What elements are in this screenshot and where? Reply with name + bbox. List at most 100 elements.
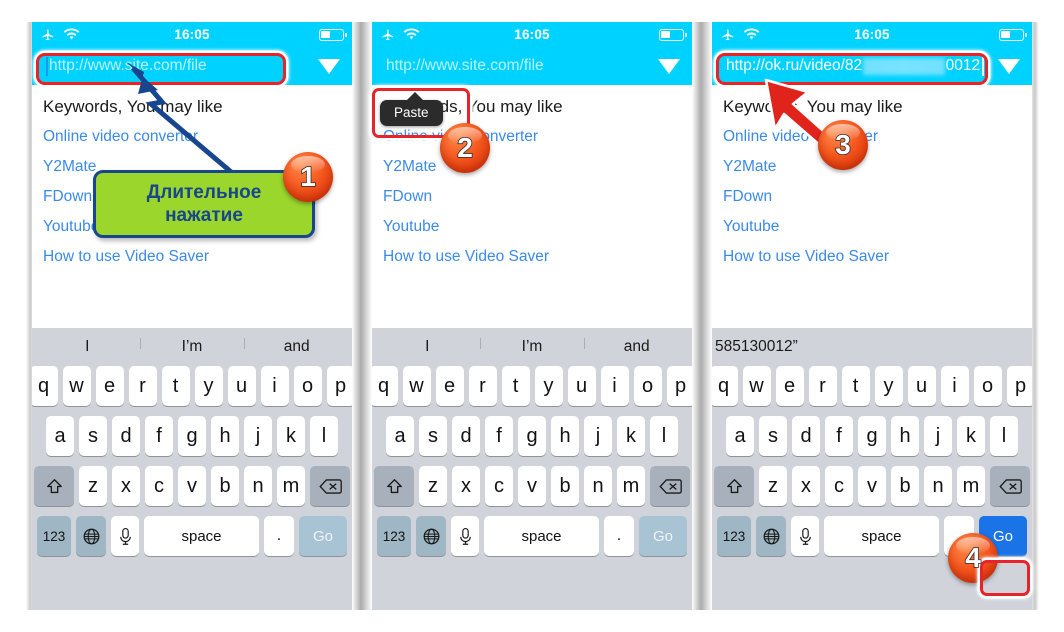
- key-v[interactable]: v: [178, 466, 206, 506]
- microphone-icon[interactable]: [451, 516, 479, 556]
- key-h[interactable]: h: [551, 416, 579, 456]
- list-item[interactable]: How to use Video Saver: [383, 248, 682, 266]
- list-item[interactable]: Y2Mate: [723, 158, 1022, 176]
- key-o[interactable]: o: [293, 366, 322, 406]
- url-input[interactable]: http://www.site.com/file: [38, 51, 312, 81]
- list-item[interactable]: Youtube: [383, 218, 682, 236]
- numbers-key[interactable]: 123: [717, 516, 751, 556]
- key-r[interactable]: r: [808, 366, 837, 406]
- key-z[interactable]: z: [759, 466, 787, 506]
- key-e[interactable]: e: [775, 366, 804, 406]
- key-d[interactable]: d: [452, 416, 480, 456]
- key-q[interactable]: q: [32, 366, 58, 406]
- key-x[interactable]: x: [452, 466, 480, 506]
- space-key[interactable]: space: [144, 516, 259, 556]
- url-input[interactable]: http://ok.ru/video/82 0012: [718, 51, 992, 81]
- key-y[interactable]: y: [534, 366, 563, 406]
- key-d[interactable]: d: [792, 416, 820, 456]
- key-k[interactable]: k: [957, 416, 985, 456]
- key-g[interactable]: g: [858, 416, 886, 456]
- paste-context-menu[interactable]: Paste: [380, 92, 443, 126]
- key-o[interactable]: o: [633, 366, 662, 406]
- key-a[interactable]: a: [726, 416, 754, 456]
- key-x[interactable]: x: [112, 466, 140, 506]
- key-b[interactable]: b: [891, 466, 919, 506]
- period-key[interactable]: .: [604, 516, 634, 556]
- key-r[interactable]: r: [128, 366, 157, 406]
- key-j[interactable]: j: [244, 416, 272, 456]
- key-o[interactable]: o: [973, 366, 1002, 406]
- key-k[interactable]: k: [277, 416, 305, 456]
- key-y[interactable]: y: [194, 366, 223, 406]
- prediction-item[interactable]: and: [584, 338, 689, 356]
- key-c[interactable]: c: [145, 466, 173, 506]
- key-j[interactable]: j: [924, 416, 952, 456]
- prediction-item[interactable]: I: [35, 338, 140, 356]
- go-button[interactable]: Go: [299, 516, 347, 556]
- key-z[interactable]: z: [419, 466, 447, 506]
- key-d[interactable]: d: [112, 416, 140, 456]
- key-m[interactable]: m: [957, 466, 985, 506]
- list-item[interactable]: Youtube: [723, 218, 1022, 236]
- key-a[interactable]: a: [386, 416, 414, 456]
- key-t[interactable]: t: [161, 366, 190, 406]
- key-u[interactable]: u: [907, 366, 936, 406]
- prediction-item[interactable]: I: [375, 338, 480, 356]
- url-input[interactable]: http://www.site.com/file: [378, 51, 652, 81]
- key-s[interactable]: s: [759, 416, 787, 456]
- key-y[interactable]: y: [874, 366, 903, 406]
- key-n[interactable]: n: [244, 466, 272, 506]
- key-p[interactable]: p: [666, 366, 692, 406]
- key-u[interactable]: u: [567, 366, 596, 406]
- backspace-delete-icon[interactable]: [650, 466, 690, 506]
- list-item[interactable]: How to use Video Saver: [723, 248, 1022, 266]
- key-s[interactable]: s: [79, 416, 107, 456]
- period-key[interactable]: .: [264, 516, 294, 556]
- key-v[interactable]: v: [858, 466, 886, 506]
- key-w[interactable]: w: [742, 366, 771, 406]
- key-t[interactable]: t: [501, 366, 530, 406]
- key-l[interactable]: l: [650, 416, 678, 456]
- chevron-down-icon[interactable]: [652, 47, 686, 85]
- key-s[interactable]: s: [419, 416, 447, 456]
- globe-language-icon[interactable]: [416, 516, 446, 556]
- space-key[interactable]: space: [484, 516, 599, 556]
- key-i[interactable]: i: [600, 366, 629, 406]
- list-item[interactable]: Online video converter: [383, 128, 682, 146]
- key-c[interactable]: c: [485, 466, 513, 506]
- key-n[interactable]: n: [924, 466, 952, 506]
- key-l[interactable]: l: [310, 416, 338, 456]
- key-p[interactable]: p: [326, 366, 352, 406]
- key-u[interactable]: u: [227, 366, 256, 406]
- key-w[interactable]: w: [402, 366, 431, 406]
- numbers-key[interactable]: 123: [37, 516, 71, 556]
- key-e[interactable]: e: [95, 366, 124, 406]
- chevron-down-icon[interactable]: [312, 47, 346, 85]
- globe-language-icon[interactable]: [76, 516, 106, 556]
- shift-up-arrow-icon[interactable]: [34, 466, 74, 506]
- key-h[interactable]: h: [211, 416, 239, 456]
- key-c[interactable]: c: [825, 466, 853, 506]
- key-f[interactable]: f: [145, 416, 173, 456]
- microphone-icon[interactable]: [111, 516, 139, 556]
- key-q[interactable]: q: [712, 366, 738, 406]
- globe-language-icon[interactable]: [756, 516, 786, 556]
- backspace-delete-icon[interactable]: [310, 466, 350, 506]
- go-button[interactable]: Go: [639, 516, 687, 556]
- key-i[interactable]: i: [940, 366, 969, 406]
- list-item[interactable]: Online video converter: [723, 128, 1022, 146]
- key-f[interactable]: f: [485, 416, 513, 456]
- list-item[interactable]: Online video converter: [43, 128, 342, 146]
- list-item[interactable]: FDown: [383, 188, 682, 206]
- chevron-down-icon[interactable]: [992, 47, 1026, 85]
- key-m[interactable]: m: [277, 466, 305, 506]
- prediction-item[interactable]: I’m: [139, 338, 245, 356]
- key-n[interactable]: n: [584, 466, 612, 506]
- prediction-item[interactable]: I’m: [479, 338, 585, 356]
- prediction-item[interactable]: 585130012”: [715, 338, 820, 356]
- prediction-item[interactable]: and: [244, 338, 349, 356]
- backspace-delete-icon[interactable]: [990, 466, 1030, 506]
- key-r[interactable]: r: [468, 366, 497, 406]
- key-e[interactable]: e: [435, 366, 464, 406]
- microphone-icon[interactable]: [791, 516, 819, 556]
